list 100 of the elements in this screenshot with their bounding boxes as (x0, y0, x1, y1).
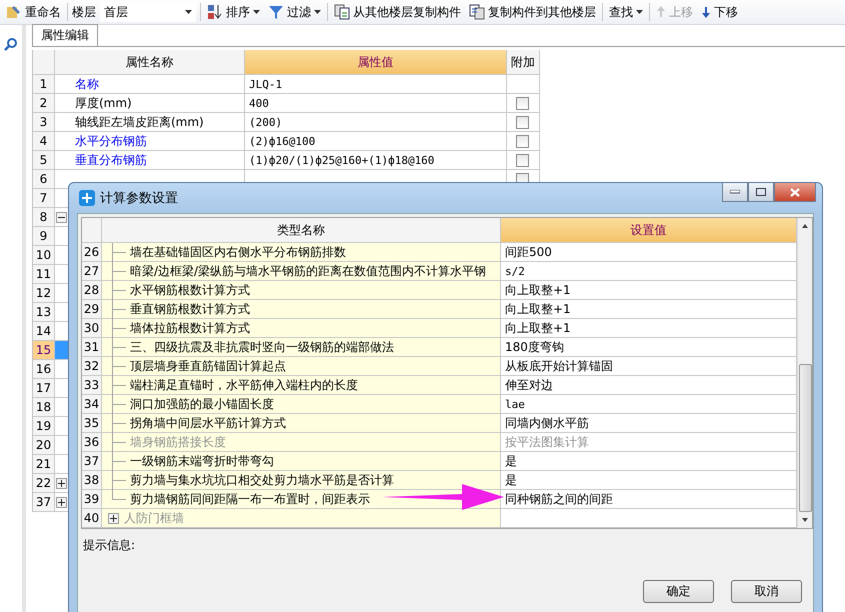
search-icon[interactable] (4, 37, 18, 51)
row-number[interactable]: 13 (33, 303, 55, 322)
property-name: 轴线距左墙皮距离(mm) (75, 114, 204, 130)
property-link[interactable]: 水平分布钢筋 (75, 132, 147, 150)
row-number[interactable]: 8 (33, 208, 55, 227)
row-number[interactable]: 21 (33, 455, 55, 474)
floor-dropdown[interactable]: 首层 (100, 2, 196, 22)
row-number[interactable]: 6 (33, 170, 55, 189)
row-number[interactable]: 14 (33, 322, 55, 341)
sort-button[interactable]: 排序 (205, 1, 262, 23)
expand-icon[interactable] (56, 478, 67, 488)
property-value: 400 (249, 96, 269, 110)
row-number: 32 (82, 357, 102, 376)
property-value: (2)ф16@100 (249, 134, 316, 148)
property-link[interactable]: 垂直分布钢筋 (75, 152, 147, 168)
row-number[interactable]: 7 (33, 189, 55, 208)
parameter-name: 垂直钢筋根数计算方式 (130, 300, 250, 318)
minimize-icon (730, 190, 740, 194)
parameter-value[interactable]: 180度弯钩 (505, 338, 564, 356)
tree-line (112, 243, 126, 262)
row-number[interactable]: 17 (33, 379, 55, 398)
ok-button[interactable]: 确定 (643, 580, 714, 603)
column-header: 属性值 (245, 50, 507, 75)
row-number[interactable]: 10 (33, 246, 55, 265)
sort-icon (207, 4, 223, 20)
tree-line (112, 319, 126, 338)
tree-line (112, 262, 126, 281)
move-down-button[interactable]: 下移 (699, 1, 740, 23)
row-number: 36 (82, 433, 102, 452)
minimize-button[interactable] (722, 183, 748, 202)
row-number[interactable]: 9 (33, 227, 55, 246)
row-number: 40 (82, 509, 102, 528)
parameter-value[interactable]: 伸至对边 (505, 376, 553, 394)
row-number[interactable]: 3 (33, 113, 55, 132)
caret-icon (314, 10, 321, 14)
checkbox[interactable] (516, 116, 529, 128)
cancel-button[interactable]: 取消 (731, 580, 802, 603)
parameter-name: 端柱满足直锚时，水平筋伸入端柱内的长度 (130, 376, 358, 394)
row-number[interactable]: 19 (33, 417, 55, 436)
row-number[interactable]: 2 (33, 94, 55, 113)
caret-icon (253, 10, 260, 14)
rename-button[interactable]: 重命名 (4, 1, 63, 23)
parameter-value[interactable]: s/2 (505, 264, 525, 278)
parameter-value[interactable]: 从板底开始计算锚固 (505, 358, 613, 374)
scrollbar[interactable] (797, 218, 812, 528)
letters-icon (6, 4, 22, 20)
filter-icon (268, 4, 284, 20)
property-name: 厚度(mm) (75, 94, 132, 112)
parameter-value[interactable]: 向上取整+1 (505, 320, 571, 336)
tree-line (112, 281, 126, 300)
parameter-value[interactable]: 同墙内侧水平筋 (505, 414, 589, 432)
row-number: 27 (82, 262, 102, 281)
parameter-value[interactable]: lae (505, 398, 525, 410)
row-number[interactable]: 1 (33, 75, 55, 94)
row-number[interactable]: 22 (33, 474, 55, 493)
row-number[interactable]: 20 (33, 436, 55, 455)
caret-icon (185, 10, 192, 14)
parameter-value[interactable]: 是 (505, 452, 517, 470)
column-header: 附加 (507, 50, 540, 75)
tree-line (112, 376, 126, 395)
row-number: 35 (82, 414, 102, 433)
parameter-value[interactable]: 是 (505, 472, 517, 488)
row-number[interactable]: 37 (33, 493, 55, 512)
parameter-name: 一级钢筋末端弯折时带弯勾 (130, 452, 274, 470)
parameter-value[interactable]: 向上取整+1 (505, 300, 571, 318)
close-button[interactable] (774, 183, 816, 202)
row-number[interactable]: 18 (33, 398, 55, 417)
parameter-value[interactable]: 间距500 (505, 244, 552, 260)
expand-icon[interactable] (56, 496, 67, 508)
row-number[interactable]: 16 (33, 360, 55, 379)
copy-to-floor-button[interactable]: 复制构件到其他楼层 (467, 1, 598, 23)
tab[interactable]: 属性编辑 (32, 24, 98, 46)
checkbox[interactable] (516, 96, 529, 110)
row-number[interactable]: 12 (33, 284, 55, 303)
property-value: (200) (249, 116, 282, 128)
parameter-name: 顶层墙身垂直筋锚固计算起点 (130, 358, 286, 374)
column-header: 属性名称 (55, 50, 245, 75)
maximize-button[interactable] (748, 183, 774, 202)
checkbox[interactable] (516, 134, 529, 148)
property-link[interactable]: 名称 (75, 76, 99, 92)
find-button[interactable]: 查找 (607, 1, 645, 23)
tree-line (112, 338, 126, 357)
up-arrow-icon (656, 4, 666, 20)
parameter-value[interactable]: 同种钢筋之间的间距 (505, 490, 613, 508)
row-number[interactable]: 15 (33, 341, 55, 360)
collapse-icon[interactable] (56, 212, 67, 222)
filter-button[interactable]: 过滤 (266, 1, 323, 23)
copy-from-floor-button[interactable]: 从其他楼层复制构件 (332, 1, 463, 23)
group-name: 人防门框墙 (124, 510, 184, 526)
row-number: 26 (82, 243, 102, 262)
checkbox[interactable] (516, 154, 529, 166)
row-number[interactable]: 5 (33, 151, 55, 170)
down-arrow-icon (701, 4, 711, 20)
row-number[interactable]: 11 (33, 265, 55, 284)
row-number[interactable]: 4 (33, 132, 55, 151)
parameter-value[interactable]: 向上取整+1 (505, 282, 571, 298)
documents-icon (469, 4, 485, 20)
row-number: 31 (82, 338, 102, 357)
parameter-name: 墙身钢筋搭接长度 (130, 434, 226, 450)
app-icon (79, 190, 95, 206)
